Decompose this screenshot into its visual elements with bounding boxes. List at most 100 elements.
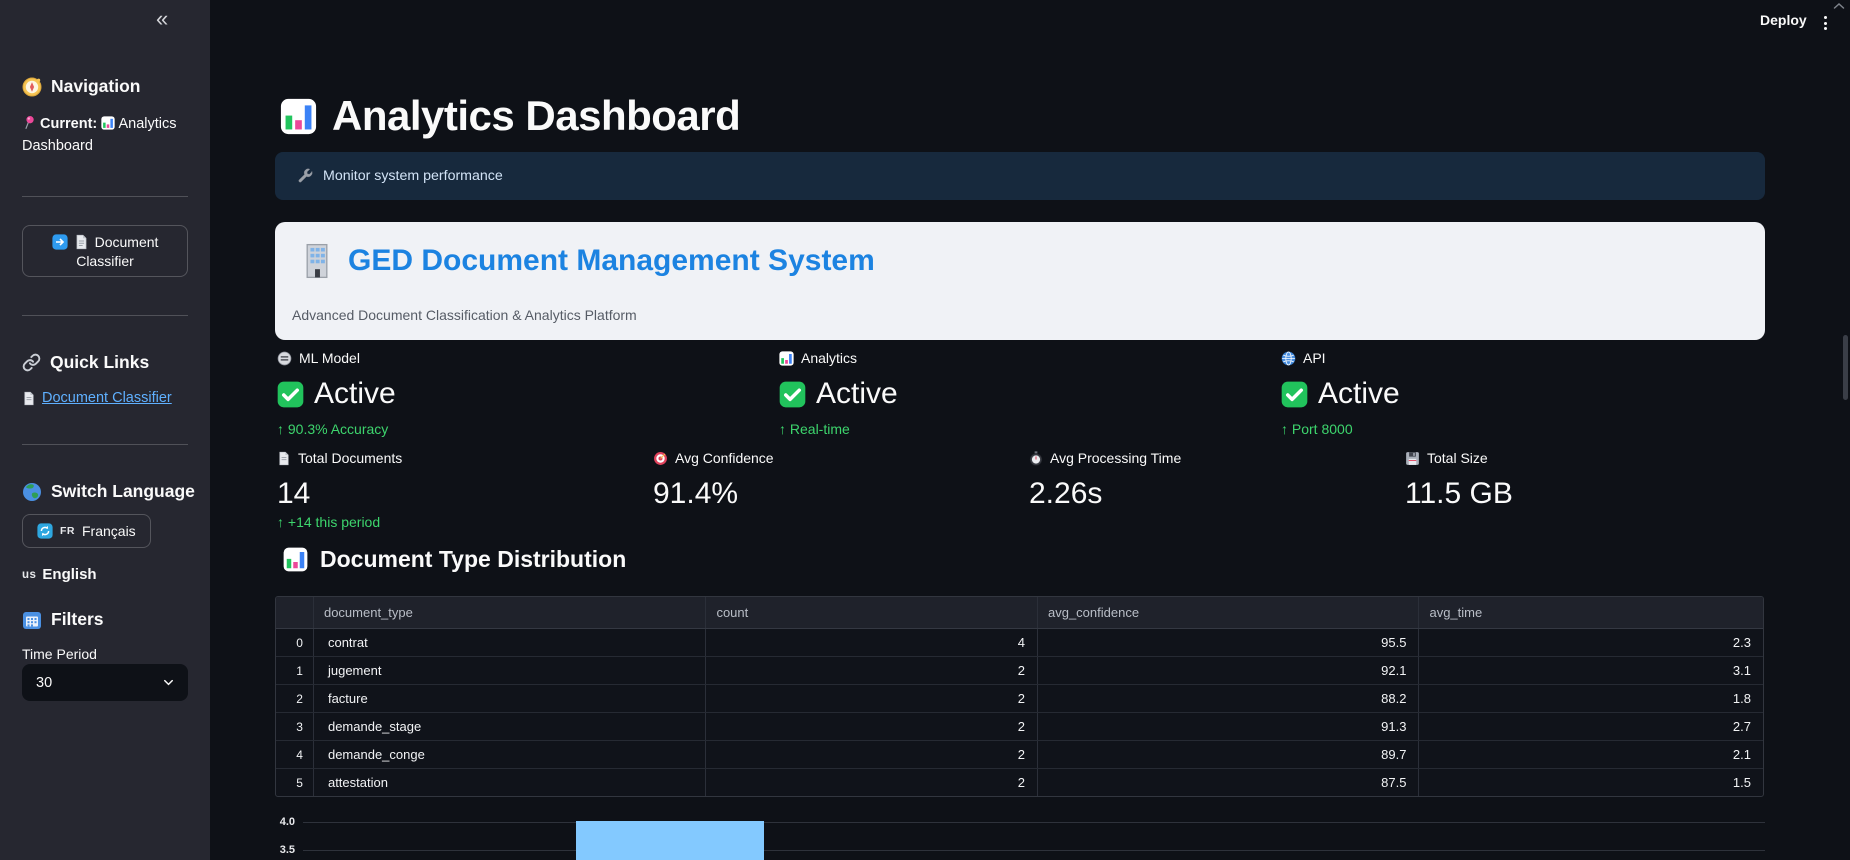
quick-links-heading-label: Quick Links	[50, 352, 150, 372]
french-label: Français	[82, 523, 136, 539]
cell-avg-time: 2.7	[1732, 719, 1751, 734]
cell-count: 2	[706, 657, 1038, 684]
cell-document-type: demande_conge	[314, 741, 707, 768]
language-heading-label: Switch Language	[51, 481, 195, 501]
sidebar: « Navigation Current: Analytics Dashboar…	[0, 0, 210, 860]
french-flag: FR	[60, 525, 75, 537]
metric-label: Total Size	[1427, 450, 1488, 466]
floppy-disk-icon	[1405, 451, 1420, 466]
metric-value: 2.26s	[1029, 477, 1103, 510]
sidebar-divider	[22, 444, 188, 445]
cell-document-type: jugement	[314, 657, 707, 684]
sidebar-collapse-icon[interactable]: «	[156, 6, 168, 32]
compass-icon	[22, 77, 42, 97]
cell-avg-time: 1.5	[1732, 775, 1751, 790]
row-index: 4	[276, 741, 314, 768]
gridline	[303, 822, 1765, 823]
status-label: API	[1303, 350, 1326, 366]
cell-count: 2	[706, 713, 1038, 740]
section-heading: Document Type Distribution	[283, 546, 626, 573]
time-period-select[interactable]: 30	[22, 664, 188, 701]
robot-icon	[277, 351, 292, 366]
info-banner-text: Monitor system performance	[323, 168, 503, 184]
row-index: 1	[276, 657, 314, 684]
check-icon	[277, 381, 304, 408]
metric-delta: ↑ +14 this period	[277, 514, 381, 530]
row-index: 2	[276, 685, 314, 712]
stopwatch-icon	[1029, 450, 1043, 466]
navigation-heading-label: Navigation	[51, 76, 141, 96]
chevron-up-icon[interactable]	[1833, 2, 1845, 10]
globe-meridians-icon	[1281, 351, 1296, 366]
metric-value: 11.5 GB	[1405, 477, 1513, 510]
sidebar-divider	[22, 196, 188, 197]
document-icon	[22, 391, 36, 406]
filters-heading-label: Filters	[51, 609, 104, 629]
bar-chart-icon	[101, 116, 115, 130]
table-header-row: document_type count avg_confidence avg_t…	[276, 597, 1763, 629]
cell-avg-time: 1.8	[1732, 691, 1751, 706]
pin-icon	[22, 115, 36, 130]
quick-link-label: Document Classifier	[42, 390, 172, 406]
y-axis-tick-3-5: 3.5	[279, 844, 295, 856]
target-icon	[653, 451, 668, 466]
time-period-label: Time Period	[22, 646, 97, 662]
cell-avg-confidence: 89.7	[1038, 741, 1420, 768]
cell-count: 4	[706, 629, 1038, 656]
metric-label: Total Documents	[298, 450, 403, 466]
table-row: 4 demande_conge 2 89.7 2.1	[276, 741, 1763, 769]
cell-avg-time: 3.1	[1732, 663, 1751, 678]
document-classifier-button[interactable]: Document Classifier	[22, 225, 188, 277]
table-row: 0 contrat 4 95.5 2.3	[276, 629, 1763, 657]
cell-document-type: facture	[314, 685, 707, 712]
current-label: Current:	[40, 116, 98, 132]
table-row: 2 facture 2 88.2 1.8	[276, 685, 1763, 713]
cell-document-type: demande_stage	[314, 713, 707, 740]
status-value: Active	[816, 377, 898, 410]
navigation-heading: Navigation	[22, 76, 140, 97]
check-icon	[779, 381, 806, 408]
status-delta: ↑ Port 8000	[1281, 421, 1353, 437]
page-scrollbar-thumb[interactable]	[1843, 335, 1848, 400]
cell-avg-confidence: 92.1	[1038, 657, 1420, 684]
classifier-button-label-1: Document	[94, 233, 159, 250]
cell-avg-confidence: 95.5	[1038, 629, 1420, 656]
deploy-button[interactable]: Deploy	[1760, 12, 1807, 28]
bar-chart-icon	[779, 350, 794, 366]
arrow-right-icon	[51, 233, 68, 250]
quick-link-document-classifier[interactable]: Document Classifier	[22, 390, 172, 406]
globe-icon	[22, 482, 42, 502]
status-delta: ↑ Real-time	[779, 421, 850, 437]
kebab-menu-icon[interactable]	[1818, 13, 1832, 33]
table-row: 1 jugement 2 92.1 3.1	[276, 657, 1763, 685]
current-page-indicator: Current: Analytics Dashboard	[22, 113, 196, 157]
column-header: avg_time	[1429, 605, 1483, 620]
metric-value: 14	[277, 477, 311, 510]
column-header: avg_confidence	[1038, 597, 1420, 628]
gridline	[303, 850, 1765, 851]
calendar-icon	[22, 610, 42, 630]
table-row: 5 attestation 2 87.5 1.5	[276, 769, 1763, 796]
link-icon	[22, 353, 41, 372]
us-flag: us	[22, 568, 37, 581]
metric-value: 91.4%	[653, 477, 739, 510]
cell-count: 2	[706, 741, 1038, 768]
document-type-table[interactable]: document_type count avg_confidence avg_t…	[275, 596, 1764, 797]
current-language-label: English	[42, 566, 97, 583]
section-heading-text: Document Type Distribution	[320, 546, 627, 572]
y-axis-tick-4: 4.0	[279, 816, 295, 828]
language-heading: Switch Language	[22, 481, 195, 502]
quick-links-heading: Quick Links	[22, 352, 149, 373]
cell-avg-confidence: 87.5	[1038, 769, 1420, 796]
switch-to-french-button[interactable]: FR Français	[22, 514, 151, 548]
cell-document-type: contrat	[314, 629, 707, 656]
check-icon	[1281, 381, 1308, 408]
column-header: count	[706, 597, 1038, 628]
page-title: Analytics Dashboard	[280, 92, 741, 140]
cell-count: 2	[706, 685, 1038, 712]
row-index: 3	[276, 713, 314, 740]
time-period-value: 30	[36, 674, 53, 691]
sidebar-divider	[22, 315, 188, 316]
status-value: Active	[1318, 377, 1400, 410]
document-icon	[277, 451, 291, 466]
